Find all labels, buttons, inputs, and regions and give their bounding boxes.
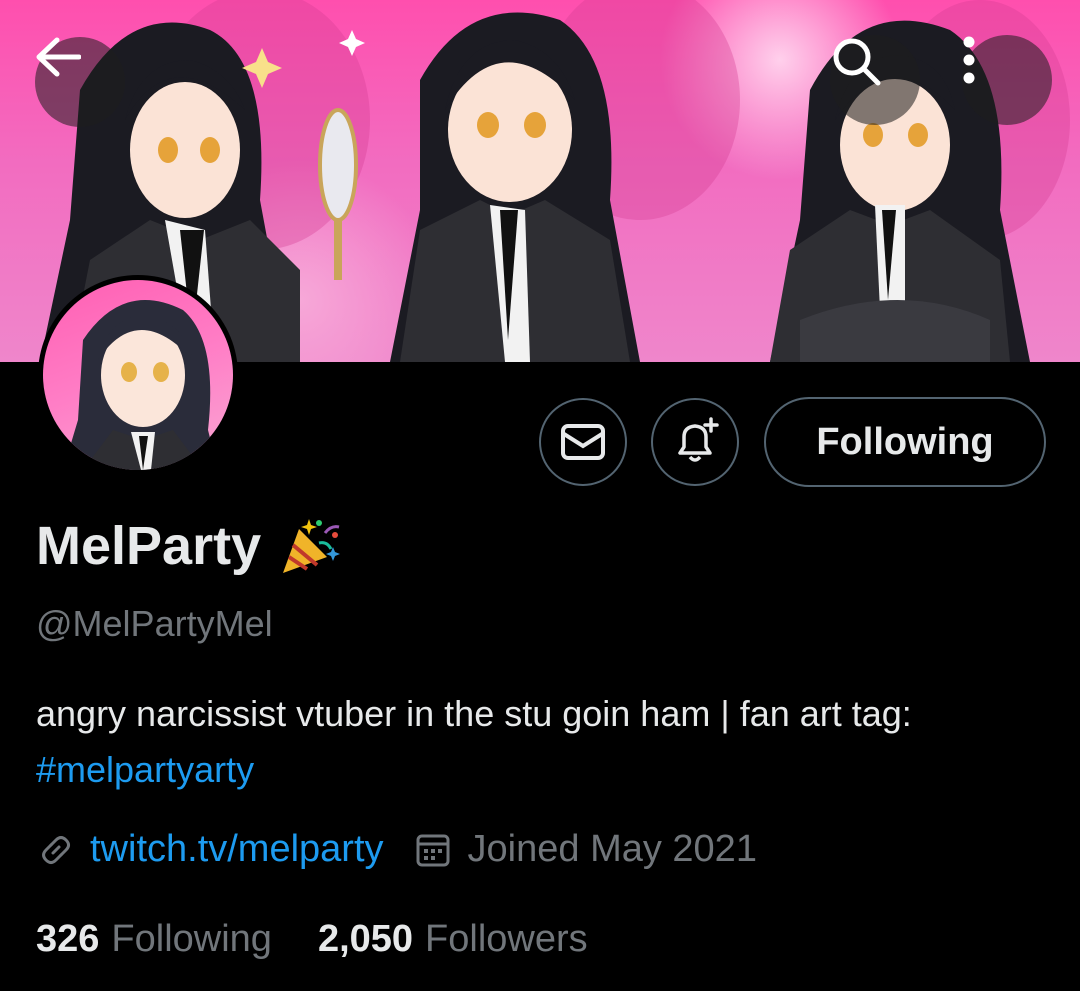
following-count: 326 [36, 918, 100, 960]
message-button[interactable] [539, 398, 627, 486]
avatar-artwork [63, 300, 218, 470]
calendar-icon [416, 834, 450, 866]
follow-stats: 326 Following 2,050 Followers [36, 918, 588, 961]
more-vertical-icon [963, 36, 975, 84]
joined-date: Joined May 2021 [467, 828, 757, 870]
following-button[interactable]: Following [764, 397, 1046, 487]
following-label: Following [111, 918, 272, 960]
envelope-icon [561, 424, 605, 460]
party-popper-icon [283, 519, 341, 573]
bell-plus-icon [678, 417, 719, 462]
profile-bio: angry narcissist vtuber in the stu goin … [36, 686, 1046, 798]
back-button[interactable] [35, 37, 125, 127]
arrow-left-icon [36, 37, 81, 77]
followers-label: Followers [425, 918, 588, 960]
followers-stat[interactable]: 2,050 Followers [318, 918, 588, 961]
display-name-text: MelParty [36, 516, 262, 576]
link-icon [42, 835, 70, 864]
more-options-button[interactable] [962, 35, 1052, 125]
website-link[interactable]: twitch.tv/melparty [90, 828, 384, 871]
bio-text: angry narcissist vtuber in the stu goin … [36, 693, 912, 734]
notifications-button[interactable] [651, 398, 739, 486]
profile-meta: twitch.tv/melparty Joined May 2021 [36, 828, 757, 871]
search-button[interactable] [830, 35, 920, 125]
display-name: MelParty [36, 515, 343, 577]
user-handle: @MelPartyMel [36, 603, 273, 644]
following-stat[interactable]: 326 Following [36, 918, 272, 961]
avatar[interactable] [38, 275, 238, 475]
bio-hashtag-link[interactable]: #melpartyarty [36, 749, 254, 790]
search-icon [833, 38, 881, 86]
followers-count: 2,050 [317, 918, 414, 960]
